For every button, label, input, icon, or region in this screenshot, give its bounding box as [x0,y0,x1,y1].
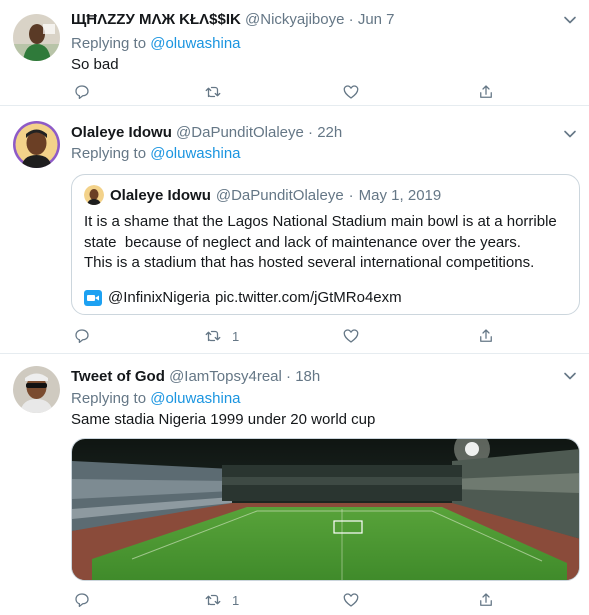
heart-icon [343,85,359,99]
tweet-header: ЩĦΛZZУ МΛЖ ΚŁΛ$$IΚ @Nickyajiboye · Jun 7 [71,10,395,29]
retweet-button[interactable]: 1 [204,326,239,346]
retweet-icon [205,330,221,342]
like-button[interactable] [342,82,370,102]
replying-to: Replying to @oluwashina [71,389,241,408]
reply-icon [75,593,89,608]
reply-button[interactable] [73,590,91,610]
quoted-timestamp: May 1, 2019 [358,186,442,204]
quoted-display-name: Olaleye Idowu [110,186,211,204]
share-button[interactable] [477,326,495,346]
heart-icon [343,593,359,607]
retweet-count: 1 [232,328,240,344]
replying-to-label: Replying to [71,35,147,52]
quoted-tweet[interactable]: Olaleye Idowu @DaPunditOlaleye · May 1, … [71,174,580,315]
quoted-user-handle: @DaPunditOlaleye [215,186,344,204]
user-handle[interactable]: @IamTopsy4real [169,368,282,385]
reply-button[interactable] [73,326,91,346]
timestamp[interactable]: Jun 7 [358,11,395,28]
separator-dot: · [348,11,354,28]
quoted-text-line: It is a shame that the Lagos National St… [84,213,557,230]
display-name[interactable]: ЩĦΛZZУ МΛЖ ΚŁΛ$$IΚ [71,11,241,28]
retweet-icon [205,86,221,98]
share-button[interactable] [477,590,495,610]
share-icon [480,85,492,98]
replying-to-label: Replying to [71,390,147,407]
tweet-text: So bad [71,56,119,73]
media-link[interactable]: pic.twitter.com/jGtMRo4exm [215,288,402,307]
tweet-header: Olaleye Idowu @DaPunditOlaleye · 22h [71,123,342,142]
tweet-actions: 1 [71,326,511,346]
replying-to-label: Replying to [71,145,147,162]
avatar[interactable] [13,121,60,168]
quoted-tweet-text: It is a shame that the Lagos National St… [84,212,569,274]
tweet-actions [71,82,511,102]
quoted-tweet-links: @InfinixNigeria pic.twitter.com/jGtMRo4e… [84,288,402,307]
user-handle[interactable]: @Nickyajiboye [245,11,344,28]
heart-icon [343,329,359,343]
tweet-header: Tweet of God @IamTopsy4real · 18h [71,367,320,386]
quoted-avatar [84,185,104,205]
avatar[interactable] [13,366,60,413]
share-button[interactable] [477,82,495,102]
timestamp[interactable]: 18h [295,368,320,385]
chevron-down-icon[interactable] [563,369,577,383]
like-button[interactable] [342,590,370,610]
like-button[interactable] [342,326,370,346]
quoted-tweet-header: Olaleye Idowu @DaPunditOlaleye · May 1, … [84,185,441,205]
separator-dot: · [286,368,292,385]
quoted-text-line: This is a stadium that has hosted severa… [84,254,535,271]
avatar[interactable] [13,14,60,61]
tweet-photo[interactable] [71,438,580,581]
retweet-button[interactable]: 1 [204,590,239,610]
tweet-actions: 1 [71,590,511,610]
chevron-down-icon[interactable] [563,13,577,27]
user-handle[interactable]: @DaPunditOlaleye [176,124,304,141]
chevron-down-icon[interactable] [563,127,577,141]
display-name[interactable]: Tweet of God [71,368,165,385]
share-icon [480,593,492,606]
replying-to: Replying to @oluwashina [71,144,241,163]
reply-icon [75,85,89,100]
video-camera-icon [84,289,102,306]
reply-icon [75,329,89,344]
separator-dot: · [348,186,354,204]
quoted-text-line: state because of neglect and lack of mai… [84,233,521,251]
stadium-image [72,439,579,580]
replying-to: Replying to @oluwashina [71,34,241,53]
reply-mention-link[interactable]: @oluwashina [150,390,240,407]
reply-mention-link[interactable]: @oluwashina [150,145,240,162]
retweet-button[interactable] [204,82,232,102]
reply-mention-link[interactable]: @oluwashina [150,35,240,52]
separator-dot: · [308,124,314,141]
share-icon [480,329,492,342]
tweet[interactable]: ЩĦΛZZУ МΛЖ ΚŁΛ$$IΚ @Nickyajiboye · Jun 7… [0,0,589,106]
reply-button[interactable] [73,82,91,102]
timestamp[interactable]: 22h [317,124,342,141]
retweet-count: 1 [232,592,240,608]
mention-link[interactable]: @InfinixNigeria [108,288,210,307]
tweet-text: Same stadia Nigeria 1999 under 20 world … [71,411,376,428]
retweet-icon [205,594,221,606]
display-name[interactable]: Olaleye Idowu [71,124,172,141]
